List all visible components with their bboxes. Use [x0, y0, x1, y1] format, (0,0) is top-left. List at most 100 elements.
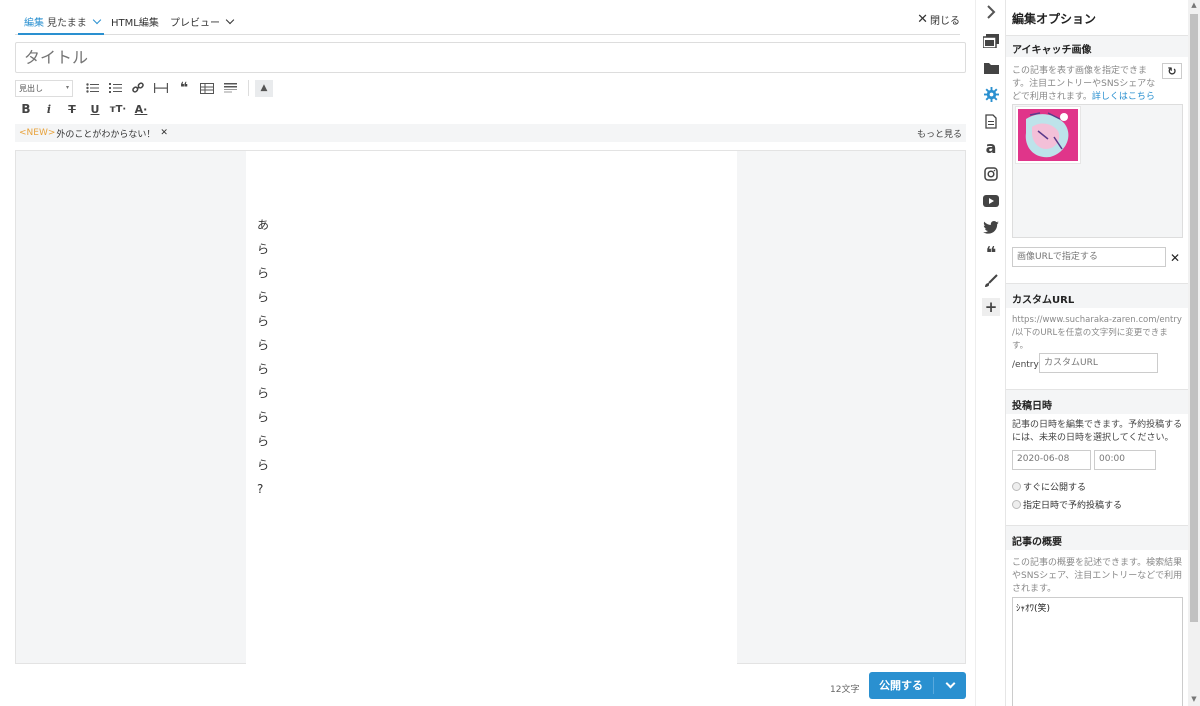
schedule-post-label: 指定日時で予約投稿する	[1023, 501, 1123, 511]
custom-url-description: https://www.sucharaka-zaren.com/entry /以…	[1012, 314, 1182, 353]
collapse-toolbar-button[interactable]: ▲	[255, 79, 273, 97]
tab-html-edit[interactable]: HTML編集	[111, 14, 159, 29]
summary-section-title: 記事の概要	[1006, 525, 1188, 550]
body-text: あ ら ら ら ら ら ら ら ら ら ら ?	[257, 213, 269, 501]
desc-line: /以下のURLを任意の文字列に変更できま	[1012, 328, 1168, 338]
desc-line: https://www.sucharaka-zaren.com/entry	[1012, 315, 1182, 325]
body-line: ら	[257, 386, 270, 400]
publish-options-chevron-icon[interactable]	[934, 678, 966, 689]
quote-icon[interactable]: ❝	[173, 79, 195, 97]
table-icon[interactable]	[196, 79, 218, 97]
radio-icon	[1012, 500, 1021, 509]
time-input[interactable]: 00:00	[1094, 450, 1156, 470]
refresh-icon[interactable]: ↻	[1162, 63, 1182, 79]
title-input[interactable]	[15, 42, 966, 73]
horizontal-rule-icon[interactable]	[150, 79, 172, 97]
desc-line: 記事の日時を編集できます。予約投稿する	[1012, 420, 1183, 430]
body-line: ら	[257, 458, 270, 472]
more-format-icon[interactable]	[219, 79, 241, 97]
heading-select[interactable]: 見出し	[15, 79, 73, 97]
desc-line: されます。	[1012, 584, 1057, 594]
editor-body[interactable]: あ ら ら ら ら ら ら ら ら ら ら ?	[246, 151, 737, 665]
body-line: ら	[257, 362, 270, 376]
underline-icon[interactable]: U	[84, 100, 106, 118]
scroll-down-icon[interactable]: ▼	[1188, 695, 1200, 703]
chevron-down-icon	[92, 15, 101, 25]
image-gallery-icon[interactable]	[976, 31, 1006, 51]
scroll-up-icon[interactable]: ▲	[1188, 1, 1200, 9]
custom-url-input[interactable]	[1039, 353, 1158, 373]
publish-now-radio[interactable]: すぐに公開する	[1012, 480, 1086, 493]
tab-edit-mode: 見たまま	[47, 18, 87, 29]
panel-title: 編集オプション	[1012, 12, 1097, 26]
scrollbar-thumb[interactable]	[1190, 14, 1198, 622]
more-link[interactable]: もっと見る	[917, 127, 962, 140]
editor-canvas: あ ら ら ら ら ら ら ら ら ら ら ?	[15, 150, 966, 665]
desc-line: には、未来の日時を選択してください。	[1012, 433, 1174, 443]
bullet-list-icon[interactable]	[81, 79, 103, 97]
collapse-panel-chevron-icon[interactable]	[976, 2, 1006, 22]
body-line: ?	[257, 482, 264, 496]
eyecatch-thumbnail[interactable]	[1015, 106, 1081, 164]
desc-line: す。	[1012, 341, 1029, 351]
quote-icon[interactable]: ❝	[976, 244, 1006, 264]
publish-button[interactable]: 公開する	[869, 672, 966, 699]
desc-line: す。注目エントリーやSNSシェアな	[1012, 79, 1156, 89]
post-date-description: 記事の日時を編集できます。予約投稿する には、未来の日時を選択してください。	[1012, 419, 1182, 445]
panel-scrollbar[interactable]: ▲ ▼	[1188, 0, 1200, 706]
instagram-icon[interactable]	[976, 164, 1006, 184]
details-link[interactable]: 詳しくはこちら	[1092, 92, 1155, 102]
summary-textarea[interactable]: ｼｬｵﾜ(笑)	[1012, 597, 1183, 706]
announcement-text[interactable]: 外のことがわからない！	[56, 127, 155, 140]
tab-edit-wysiwyg[interactable]: 編集 見たまま	[18, 14, 104, 35]
sidebar-icon-bar: a ❝ +	[975, 0, 1005, 706]
twitter-icon[interactable]	[976, 217, 1006, 237]
toolbar-row-1: 見出し ❝ ▲	[15, 79, 273, 97]
font-size-icon[interactable]: ᴛT·	[107, 100, 129, 118]
gear-icon[interactable]	[976, 84, 1006, 104]
publish-label: 公開する	[869, 677, 934, 694]
custom-url-prefix: /entry/	[1012, 360, 1042, 370]
thumbnail-image	[1018, 109, 1078, 161]
new-badge: <NEW>	[19, 128, 56, 138]
toolbar-divider	[248, 80, 249, 96]
youtube-icon[interactable]	[976, 191, 1006, 211]
italic-icon[interactable]: i	[38, 100, 60, 118]
desc-line: この記事を表す画像を指定できま	[1012, 66, 1148, 76]
desc-line: どで利用されます。	[1012, 92, 1092, 102]
tab-preview-label: プレビュー	[170, 18, 220, 29]
editor-area: 編集 見たまま HTML編集 プレビュー ✕ 閉じる 見出し ❝	[0, 0, 975, 706]
body-line: あ	[257, 218, 270, 232]
bold-icon[interactable]: B	[15, 100, 37, 118]
amazon-icon[interactable]: a	[976, 137, 1006, 157]
dismiss-icon[interactable]: ✕	[160, 128, 168, 138]
brush-icon[interactable]	[976, 271, 1006, 291]
strikethrough-icon[interactable]: T	[61, 100, 83, 118]
editor-footer: 12文字 公開する	[0, 672, 975, 700]
image-url-input[interactable]	[1012, 247, 1166, 267]
plus-icon[interactable]: +	[976, 297, 1006, 317]
eyecatch-section-title: アイキャッチ画像	[1006, 35, 1188, 57]
post-date-section-title: 投稿日時	[1006, 389, 1188, 414]
clear-image-icon[interactable]: ✕	[1170, 251, 1180, 265]
tab-edit-label: 編集	[24, 18, 44, 29]
close-button[interactable]: ✕ 閉じる	[917, 12, 960, 27]
desc-line: やSNSシェア、注目エントリーなどで利用	[1012, 571, 1183, 581]
toolbar-row-2: B i T U ᴛT· A·	[15, 100, 153, 118]
schedule-post-radio[interactable]: 指定日時で予約投稿する	[1012, 498, 1122, 511]
desc-line: この記事の概要を記述できます。検索結果	[1012, 558, 1183, 568]
document-icon[interactable]	[976, 111, 1006, 131]
body-line: ら	[257, 290, 270, 304]
editor-tabs: 編集 見たまま HTML編集 プレビュー ✕ 閉じる	[15, 6, 960, 35]
link-icon[interactable]	[127, 79, 149, 97]
publish-now-label: すぐに公開する	[1023, 483, 1087, 493]
char-count: 12文字	[830, 685, 860, 695]
tab-preview[interactable]: プレビュー	[170, 14, 235, 29]
folder-icon[interactable]	[976, 58, 1006, 78]
body-line: ら	[257, 410, 270, 424]
numbered-list-icon[interactable]	[104, 79, 126, 97]
chevron-down-icon	[225, 15, 235, 25]
font-color-icon[interactable]: A·	[130, 100, 152, 118]
custom-url-section-title: カスタムURL	[1006, 283, 1188, 308]
date-input[interactable]: 2020-06-08	[1012, 450, 1091, 470]
